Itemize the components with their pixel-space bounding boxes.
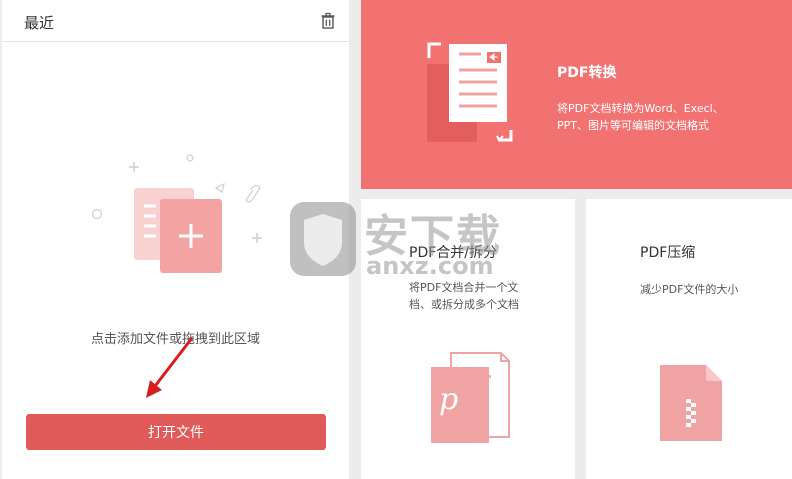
pdf-merge-description: 将PDF文档合并一个文 档、或拆分成多个文档 xyxy=(409,279,549,313)
add-file-illustration[interactable] xyxy=(82,150,272,285)
trash-icon[interactable] xyxy=(319,12,337,30)
pdf-compress-card[interactable]: PDF压缩 减少PDF文件的大小 xyxy=(586,199,792,479)
pdf-compress-description: 减少PDF文件的大小 xyxy=(640,283,739,296)
svg-text:p: p xyxy=(439,382,458,417)
pdf-convert-desc-line1: 将PDF文档转换为Word、Execl、 xyxy=(557,102,724,115)
svg-text:df: df xyxy=(461,372,492,402)
pdf-convert-desc-line2: PPT、图片等可编辑的文档格式 xyxy=(557,119,709,132)
recent-title: 最近 xyxy=(24,14,55,32)
recent-header: 最近 xyxy=(2,0,349,42)
annotation-arrow-icon xyxy=(146,337,194,398)
pdf-merge-title: PDF合并/拆分 xyxy=(409,245,497,261)
pdf-merge-desc-line1: 将PDF文档合并一个文 xyxy=(409,281,519,294)
pdf-convert-title: PDF转换 xyxy=(557,65,617,81)
pdf-compress-title: PDF压缩 xyxy=(640,245,696,261)
recent-panel: 最近 点击添加文件或拖拽到此区域 打开文件 xyxy=(2,0,349,479)
pdf-merge-split-card[interactable]: PDF合并/拆分 将PDF文档合并一个文 档、或拆分成多个文档 p df xyxy=(361,199,575,479)
pdf-convert-description: 将PDF文档转换为Word、Execl、 PPT、图片等可编辑的文档格式 xyxy=(557,100,757,134)
pdf-merge-icon: p df xyxy=(431,352,510,443)
zip-file-icon xyxy=(660,365,722,441)
open-file-button[interactable]: 打开文件 xyxy=(26,414,326,450)
pdf-convert-card[interactable]: PDF转换 将PDF文档转换为Word、Execl、 PPT、图片等可编辑的文档… xyxy=(361,0,792,189)
pdf-convert-icon xyxy=(427,42,513,142)
pdf-merge-desc-line2: 档、或拆分成多个文档 xyxy=(409,298,519,311)
